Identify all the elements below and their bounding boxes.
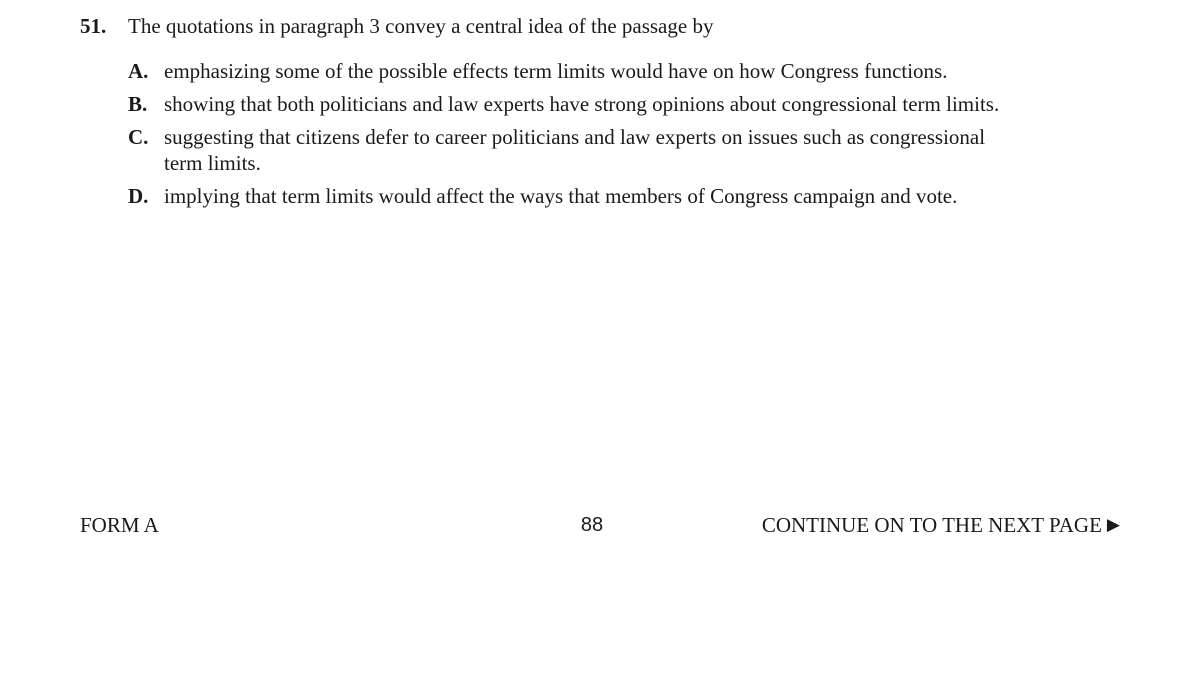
continue-notice: CONTINUE ON TO THE NEXT PAGE ▶ xyxy=(762,512,1120,538)
option-text: implying that term limits would affect t… xyxy=(164,184,958,208)
answer-options: A. emphasizing some of the possible effe… xyxy=(128,58,1120,209)
option-text: emphasizing some of the possible effects… xyxy=(164,59,948,83)
option-letter: A. xyxy=(128,59,149,83)
question-51: 51. The quotations in paragraph 3 convey… xyxy=(80,13,1120,216)
answer-option-d[interactable]: D. implying that term limits would affec… xyxy=(128,183,1120,209)
question-stem-row: 51. The quotations in paragraph 3 convey… xyxy=(80,13,1120,39)
question-number: 51. xyxy=(80,14,107,38)
question-stem: The quotations in paragraph 3 convey a c… xyxy=(128,14,714,38)
continue-text: CONTINUE ON TO THE NEXT PAGE xyxy=(761,513,1102,537)
option-letter: D. xyxy=(128,184,149,208)
answer-option-b[interactable]: B. showing that both politicians and law… xyxy=(128,91,1120,117)
option-text: showing that both politicians and law ex… xyxy=(164,92,1000,116)
answer-option-a[interactable]: A. emphasizing some of the possible effe… xyxy=(128,58,1120,84)
option-letter: C. xyxy=(128,125,149,149)
answer-option-c[interactable]: C. suggesting that citizens defer to car… xyxy=(128,124,1120,176)
option-letter: B. xyxy=(128,92,148,116)
right-arrow-icon: ▶ xyxy=(1106,515,1120,535)
option-text: suggesting that citizens defer to career… xyxy=(164,125,986,175)
